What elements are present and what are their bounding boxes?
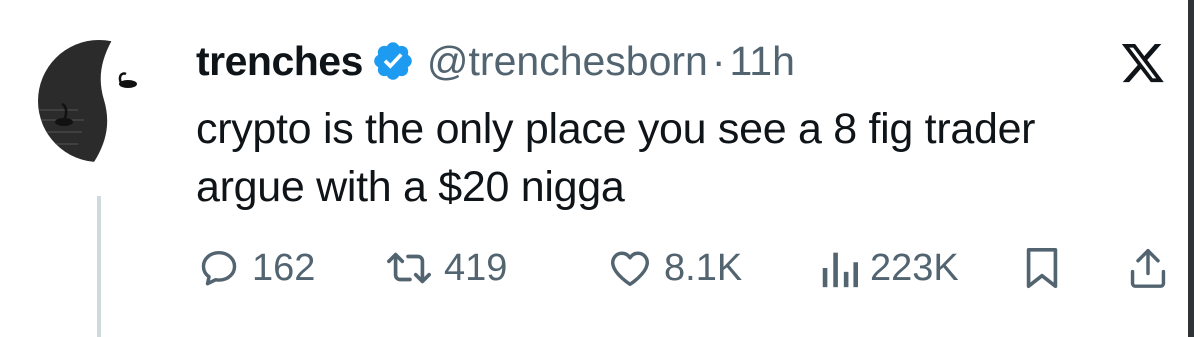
bookmark-button[interactable] xyxy=(1022,240,1062,296)
views-chart-icon xyxy=(822,252,859,288)
repost-icon xyxy=(387,252,431,284)
views-count: 223K xyxy=(870,246,959,289)
share-button[interactable] xyxy=(1128,240,1168,296)
repost-button[interactable]: 419 xyxy=(384,240,507,296)
timestamp[interactable]: 11h xyxy=(730,38,795,85)
author-name[interactable]: trenches xyxy=(196,38,363,85)
author-handle[interactable]: @trenchesborn xyxy=(427,38,708,85)
tweet-text-line: argue with a $20 nigga xyxy=(196,163,625,211)
reply-count: 162 xyxy=(252,246,316,289)
edge-divider xyxy=(1188,0,1194,337)
tweet-text-line: crypto is the only place you see a 8 fig… xyxy=(196,105,1036,153)
bookmark-icon xyxy=(1026,247,1058,289)
thread-line xyxy=(97,196,101,337)
avatar-swans-image xyxy=(38,40,160,162)
tweet-text: crypto is the only place you see a 8 fig… xyxy=(196,100,1176,216)
like-count: 8.1K xyxy=(664,246,743,289)
views-button[interactable]: 223K xyxy=(820,240,959,296)
repost-count: 419 xyxy=(444,246,508,289)
tweet-card[interactable]: trenches @trenchesborn · 11h crypto is t… xyxy=(0,0,1200,337)
verified-badge-icon xyxy=(374,42,412,80)
action-bar: 162 419 8.1K 223K xyxy=(196,240,1176,296)
reply-icon xyxy=(201,250,237,286)
x-logo-icon[interactable] xyxy=(1117,44,1169,86)
reply-button[interactable]: 162 xyxy=(196,240,315,296)
heart-icon xyxy=(611,251,649,287)
like-button[interactable]: 8.1K xyxy=(606,240,742,296)
share-icon xyxy=(1130,249,1166,288)
tweet-header: trenches @trenchesborn · 11h xyxy=(196,36,795,86)
header-separator: · xyxy=(711,37,726,84)
avatar[interactable] xyxy=(38,40,160,162)
